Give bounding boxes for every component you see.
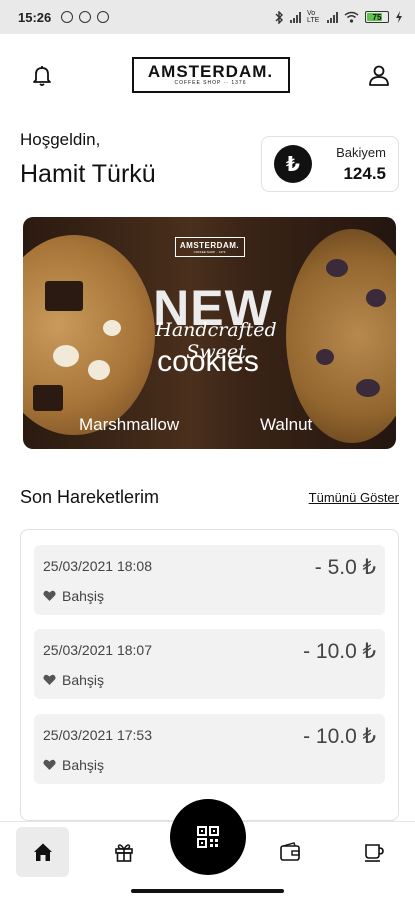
chocolate-piece <box>45 281 83 311</box>
coffee-cup-icon <box>365 844 384 862</box>
marshmallow-piece <box>88 360 110 380</box>
wallet-icon <box>280 842 300 861</box>
logo-subtext: COFFEE SHOP ·· 1376 <box>174 80 247 86</box>
balance-info: Bakiyem 124.5 <box>336 145 386 184</box>
marshmallow-piece <box>53 345 79 367</box>
greeting: Hoşgeldin, Hamit Türkü <box>20 130 156 189</box>
nav-home[interactable] <box>16 827 69 877</box>
nav-gifts[interactable] <box>102 827 146 877</box>
balance-card[interactable]: ₺ Bakiyem 124.5 <box>261 136 399 192</box>
transaction-amount: - 10.0 ₺ <box>303 640 376 663</box>
banner-right-label: Walnut <box>260 415 313 434</box>
recent-title: Son Hareketlerim <box>20 487 160 507</box>
transaction-date: 25/03/2021 17:53 <box>43 727 152 743</box>
nav-menu[interactable] <box>352 827 396 877</box>
charging-icon <box>396 11 402 23</box>
lira-icon: ₺ <box>274 145 312 183</box>
profile-button[interactable] <box>365 61 393 89</box>
status-right-icons: Vo LTE 75 <box>274 10 403 24</box>
status-bar: 15:26 Vo LTE 75 <box>0 0 415 34</box>
status-time: 15:26 <box>18 9 52 25</box>
transaction-item[interactable]: 25/03/2021 17:53 - 10.0 ₺ Bahşiş <box>34 714 385 784</box>
user-name: Hamit Türkü <box>20 160 156 188</box>
network-label: Vo LTE <box>307 10 320 24</box>
transaction-type-label: Bahşiş <box>62 672 105 688</box>
cookie-chunk <box>316 349 334 365</box>
balance-value: 124.5 <box>343 163 386 183</box>
signal-icon <box>290 11 301 23</box>
transactions-card: 25/03/2021 18:08 - 5.0 ₺ Bahşiş 25/03/20… <box>20 529 399 821</box>
brand-logo: AMSTERDAM. COFFEE SHOP ·· 1376 <box>131 57 290 93</box>
transaction-amount: - 10.0 ₺ <box>303 725 376 748</box>
cookie-chunk <box>366 289 386 307</box>
show-all-link[interactable]: Tümünü Göster <box>309 490 399 505</box>
marshmallow-piece <box>103 320 121 336</box>
alarm-icon <box>61 11 74 23</box>
chocolate-piece <box>33 385 63 411</box>
transaction-item[interactable]: 25/03/2021 18:08 - 5.0 ₺ Bahşiş <box>34 545 385 615</box>
banner-product-text: cookies <box>157 345 259 378</box>
heart-icon <box>43 674 56 685</box>
notifications-button[interactable] <box>28 61 56 89</box>
status-notification-icons <box>61 11 110 23</box>
transaction-item[interactable]: 25/03/2021 18:07 - 10.0 ₺ Bahşiş <box>34 629 385 699</box>
cookie-chunk <box>326 259 348 277</box>
heart-icon <box>43 590 56 601</box>
qr-code-icon <box>197 826 219 848</box>
promo-banner[interactable]: AMSTERDAM. COFFEE SHOP ·· 1376 NEW Handc… <box>23 217 396 449</box>
transaction-type-label: Bahşiş <box>62 757 105 773</box>
transaction-type-label: Bahşiş <box>62 588 105 604</box>
battery-icon: 75 <box>365 11 389 23</box>
transaction-type: Bahşiş <box>43 588 104 604</box>
nav-qr-scan[interactable] <box>170 799 246 875</box>
transaction-date: 25/03/2021 18:08 <box>43 558 152 574</box>
transaction-date: 25/03/2021 18:07 <box>43 642 152 658</box>
signal-icon-2 <box>327 11 338 23</box>
banner-left-label: Marshmallow <box>79 415 180 434</box>
home-icon <box>33 843 52 861</box>
cookie-chunk <box>356 379 380 397</box>
logo-text: AMSTERDAM. <box>147 62 274 81</box>
nav-wallet[interactable] <box>268 827 312 877</box>
greeting-text: Hoşgeldin, <box>20 130 101 149</box>
banner-logo-subtext: COFFEE SHOP ·· 1376 <box>193 249 226 254</box>
gift-icon <box>115 844 133 862</box>
wifi-icon <box>344 11 359 23</box>
bell-icon <box>33 66 51 86</box>
bluetooth-icon <box>275 10 283 24</box>
user-icon <box>369 65 389 86</box>
app-notification-icon <box>79 11 92 23</box>
home-indicator <box>131 889 284 893</box>
banner-logo-text: AMSTERDAM. <box>179 240 240 250</box>
balance-label: Bakiyem <box>336 144 386 160</box>
app-notification-icon-2 <box>97 11 110 23</box>
recent-header: Son Hareketlerim Tümünü Göster <box>20 487 399 508</box>
battery-level: 75 <box>372 12 382 22</box>
transaction-amount: - 5.0 ₺ <box>314 556 376 579</box>
walnut-cookie-image <box>286 229 396 443</box>
transaction-type: Bahşiş <box>43 672 104 688</box>
transaction-type: Bahşiş <box>43 757 104 773</box>
banner-logo: AMSTERDAM. COFFEE SHOP ·· 1376 <box>174 237 245 257</box>
heart-icon <box>43 759 56 770</box>
app-header: AMSTERDAM. COFFEE SHOP ·· 1376 <box>0 34 415 116</box>
